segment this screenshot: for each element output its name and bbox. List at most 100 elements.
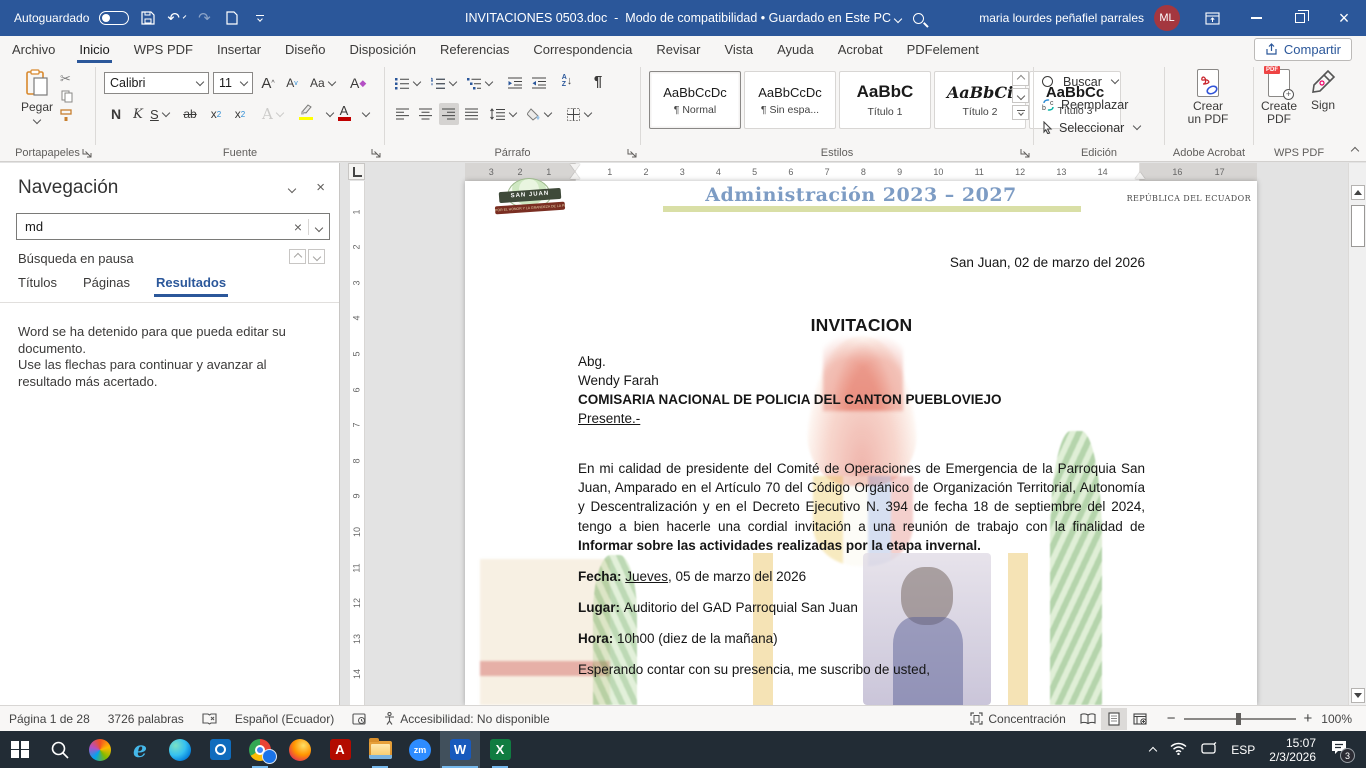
grow-font-button[interactable]: A^ bbox=[258, 72, 278, 94]
zoom-button[interactable]: zm bbox=[400, 731, 440, 768]
zoom-slider-thumb[interactable] bbox=[1236, 713, 1241, 725]
edge-button[interactable] bbox=[160, 731, 200, 768]
line-spacing-button[interactable] bbox=[488, 103, 518, 125]
restore-button[interactable] bbox=[1278, 0, 1322, 36]
ribbon-display-options-icon[interactable] bbox=[1190, 0, 1234, 36]
close-button[interactable]: × bbox=[1322, 0, 1366, 36]
notification-button[interactable]: 3 bbox=[1330, 740, 1348, 759]
page-indicator[interactable]: Página 1 de 28 bbox=[0, 706, 99, 731]
nav-search-clear-icon[interactable]: × bbox=[288, 219, 308, 235]
start-button[interactable] bbox=[0, 731, 40, 768]
zoom-slider[interactable] bbox=[1184, 718, 1296, 720]
font-color-button[interactable]: A bbox=[334, 101, 354, 123]
change-case-button[interactable]: Aa bbox=[308, 72, 337, 94]
share-button[interactable]: Compartir bbox=[1254, 38, 1352, 61]
borders-button[interactable] bbox=[565, 103, 593, 125]
nav-collapse-icon[interactable] bbox=[289, 179, 295, 197]
tab-referencias[interactable]: Referencias bbox=[428, 36, 521, 63]
align-left-button[interactable] bbox=[393, 103, 413, 125]
tab-vista[interactable]: Vista bbox=[712, 36, 765, 63]
language-indicator[interactable]: Español (Ecuador) bbox=[226, 706, 343, 731]
multilevel-list-button[interactable] bbox=[465, 72, 494, 94]
tab-disposicion[interactable]: Disposición bbox=[338, 36, 428, 63]
customize-qat-icon[interactable] bbox=[251, 9, 269, 27]
create-pdf-adobe-button[interactable]: Crearun PDF bbox=[1179, 69, 1237, 126]
accessibility-status[interactable]: Accesibilidad: No disponible bbox=[375, 706, 558, 731]
vertical-scrollbar[interactable] bbox=[1348, 163, 1366, 705]
style-normal[interactable]: AaBbCcDc¶ Normal bbox=[649, 71, 741, 129]
tab-inicio[interactable]: Inicio bbox=[67, 36, 121, 63]
minimize-button[interactable] bbox=[1234, 0, 1278, 36]
find-button[interactable]: Buscar bbox=[1042, 71, 1118, 92]
styles-gallery-expand[interactable] bbox=[1012, 105, 1029, 120]
acrobat-button[interactable]: A bbox=[320, 731, 360, 768]
paste-button[interactable]: Pegar bbox=[14, 69, 60, 123]
web-layout-button[interactable] bbox=[1127, 708, 1153, 730]
clear-formatting-button[interactable]: A◆ bbox=[348, 72, 368, 94]
clipboard-dialog-launcher[interactable] bbox=[82, 148, 92, 158]
underline-button[interactable]: S bbox=[148, 103, 171, 125]
wps-create-pdf-button[interactable]: PDF + CreatePDF bbox=[1256, 69, 1302, 126]
tab-revisar[interactable]: Revisar bbox=[644, 36, 712, 63]
word-count[interactable]: 3726 palabras bbox=[99, 706, 193, 731]
tab-selector[interactable] bbox=[348, 163, 365, 180]
scroll-down-button[interactable] bbox=[1351, 688, 1365, 703]
outlook-button[interactable] bbox=[200, 731, 240, 768]
save-icon[interactable] bbox=[139, 9, 157, 27]
subscript-button[interactable]: x2 bbox=[206, 103, 226, 125]
text-effects-button[interactable]: A bbox=[260, 103, 285, 125]
firefox-button[interactable] bbox=[280, 731, 320, 768]
style-no-spacing[interactable]: AaBbCcDc¶ Sin espa... bbox=[744, 71, 836, 129]
tab-archivo[interactable]: Archivo bbox=[0, 36, 67, 63]
user-name[interactable]: maria lourdes peñafiel parrales bbox=[979, 11, 1144, 25]
scrollbar-thumb[interactable] bbox=[1351, 205, 1365, 247]
collapse-ribbon-icon[interactable] bbox=[1352, 143, 1358, 157]
zoom-in-button[interactable]: + bbox=[1304, 710, 1313, 727]
styles-scroll-up[interactable] bbox=[1012, 71, 1029, 86]
tab-diseno[interactable]: Diseño bbox=[273, 36, 337, 63]
font-dialog-launcher[interactable] bbox=[371, 148, 381, 158]
font-color-dropdown[interactable] bbox=[362, 108, 370, 116]
nav-search-input[interactable] bbox=[17, 219, 288, 234]
tab-ayuda[interactable]: Ayuda bbox=[765, 36, 826, 63]
shading-button[interactable] bbox=[525, 103, 553, 125]
touch-keyboard-icon[interactable] bbox=[1201, 742, 1217, 758]
highlight-dropdown[interactable] bbox=[326, 108, 334, 116]
clock[interactable]: 15:072/3/2026 bbox=[1269, 736, 1316, 764]
bullets-button[interactable] bbox=[393, 72, 422, 94]
nav-search-options-icon[interactable] bbox=[309, 218, 329, 236]
nav-prev-result-button[interactable] bbox=[289, 249, 306, 264]
replace-button[interactable]: bc Reemplazar bbox=[1042, 94, 1128, 115]
file-explorer-button[interactable] bbox=[360, 731, 400, 768]
wps-sign-button[interactable]: Sign bbox=[1304, 69, 1342, 112]
cut-icon[interactable]: ✂ bbox=[60, 71, 71, 87]
search-icon[interactable] bbox=[913, 13, 924, 24]
align-right-button[interactable] bbox=[439, 103, 459, 125]
macro-icon[interactable] bbox=[343, 706, 375, 731]
font-name-select[interactable]: Calibri bbox=[104, 72, 209, 94]
saved-location[interactable]: Guardado en Este PC bbox=[769, 11, 891, 25]
excel-button[interactable]: X bbox=[480, 731, 520, 768]
word-button[interactable]: W bbox=[440, 731, 480, 768]
document-page[interactable]: SAN JUAN POR EL HONOR Y LA GRANDEZA DE L… bbox=[465, 181, 1257, 705]
shrink-font-button[interactable]: Av bbox=[282, 72, 302, 94]
avatar[interactable]: ML bbox=[1154, 5, 1180, 31]
superscript-button[interactable]: x2 bbox=[230, 103, 250, 125]
language-tray[interactable]: ESP bbox=[1231, 743, 1255, 757]
highlight-button[interactable] bbox=[296, 101, 316, 123]
font-size-select[interactable]: 11 bbox=[213, 72, 253, 94]
tab-pdfelement[interactable]: PDFelement bbox=[895, 36, 991, 63]
undo-icon[interactable]: ↶ bbox=[167, 9, 185, 27]
zoom-level[interactable]: 100% bbox=[1312, 706, 1366, 731]
scroll-up-button[interactable] bbox=[1351, 185, 1365, 200]
document-body[interactable]: San Juan, 02 de marzo del 2026 INVITACIO… bbox=[578, 181, 1145, 705]
read-mode-button[interactable] bbox=[1075, 708, 1101, 730]
align-center-button[interactable] bbox=[416, 103, 436, 125]
proofing-icon[interactable] bbox=[193, 706, 226, 731]
styles-scroll-down[interactable] bbox=[1012, 88, 1029, 103]
strikethrough-button[interactable]: ab bbox=[180, 103, 200, 125]
nav-next-result-button[interactable] bbox=[308, 249, 325, 264]
paragraph-dialog-launcher[interactable] bbox=[627, 148, 637, 158]
tab-correspondencia[interactable]: Correspondencia bbox=[521, 36, 644, 63]
sort-button[interactable]: AZ↓ bbox=[557, 70, 577, 92]
